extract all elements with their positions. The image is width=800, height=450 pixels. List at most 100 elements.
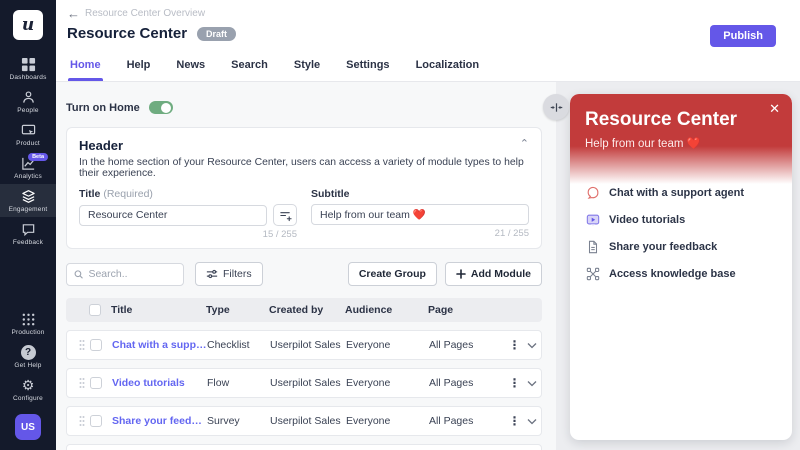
sidebar-item-feedback[interactable]: Feedback xyxy=(0,217,56,250)
knowledge-icon xyxy=(586,267,600,281)
module-type: Checklist xyxy=(207,339,270,351)
tab-news[interactable]: News xyxy=(176,57,205,81)
row-checkbox[interactable] xyxy=(90,377,102,389)
preview-title: Resource Center xyxy=(585,109,777,131)
module-title-link[interactable]: Video tutorials xyxy=(112,377,207,389)
filters-icon xyxy=(206,268,218,280)
preview-subtitle: Help from our team ❤️ xyxy=(585,136,777,150)
dashboards-icon xyxy=(21,57,36,72)
sidebar-item-analytics[interactable]: Beta Analytics xyxy=(0,151,56,184)
title-input[interactable] xyxy=(79,205,267,226)
tab-help[interactable]: Help xyxy=(127,57,151,81)
subtitle-char-counter: 21 / 255 xyxy=(311,228,529,239)
grid-dots-icon xyxy=(21,312,36,327)
preview-item-video[interactable]: Video tutorials xyxy=(586,213,776,227)
header-card-description: In the home section of your Resource Cen… xyxy=(79,157,529,179)
preview-item-feedback[interactable]: Share your feedback xyxy=(586,240,776,254)
sidebar-item-people[interactable]: People xyxy=(0,85,56,118)
table-row: Access knowledge ... Link Userpilot Sale… xyxy=(66,444,542,450)
add-text-line-button[interactable] xyxy=(273,204,297,226)
preview-item-chat[interactable]: Chat with a support agent xyxy=(586,186,776,200)
publish-button[interactable]: Publish xyxy=(710,25,776,47)
back-arrow-icon[interactable]: ← xyxy=(67,9,80,19)
sidebar-item-label: Dashboards xyxy=(9,74,46,81)
sidebar-item-label: Configure xyxy=(13,395,43,402)
table-row: Chat with a suppo... Checklist Userpilot… xyxy=(66,330,542,360)
chevron-up-icon[interactable]: ⌃ xyxy=(520,137,529,150)
table-header: Title Type Created by Audience Page xyxy=(66,298,542,322)
chevron-down-icon[interactable] xyxy=(523,342,541,349)
create-group-button[interactable]: Create Group xyxy=(348,262,437,286)
module-title-link[interactable]: Chat with a suppo... xyxy=(112,339,207,351)
plus-icon xyxy=(456,269,466,279)
home-toggle[interactable] xyxy=(149,101,173,114)
title-field-group: Title (Required) 15 / 255 xyxy=(79,188,297,240)
preview-area: ✕ Resource Center Help from our team ❤️ … xyxy=(556,82,800,450)
tab-settings[interactable]: Settings xyxy=(346,57,389,81)
userpilot-logo[interactable]: u xyxy=(13,10,43,40)
tab-style[interactable]: Style xyxy=(294,57,320,81)
sidebar-item-configure[interactable]: ⚙ Configure xyxy=(0,373,56,406)
close-icon[interactable]: ✕ xyxy=(769,102,780,115)
filters-label: Filters xyxy=(223,268,252,280)
sidebar-item-engagement[interactable]: Engagement xyxy=(0,184,56,217)
row-checkbox[interactable] xyxy=(90,339,102,351)
sidebar-item-label: Feedback xyxy=(13,239,43,246)
column-page: Page xyxy=(428,304,507,316)
drag-handle-icon[interactable] xyxy=(73,339,90,351)
breadcrumb-label[interactable]: Resource Center Overview xyxy=(85,8,205,19)
gear-icon: ⚙ xyxy=(22,378,35,393)
sidebar-item-dashboards[interactable]: Dashboards xyxy=(0,52,56,85)
search-input[interactable] xyxy=(88,268,176,280)
add-line-icon xyxy=(279,209,292,222)
sidebar-item-get-help[interactable]: ? Get Help xyxy=(0,340,56,373)
preview-item-label: Video tutorials xyxy=(609,214,685,226)
module-type: Flow xyxy=(207,377,270,389)
user-avatar[interactable]: US xyxy=(15,414,41,440)
preview-item-knowledge[interactable]: Access knowledge base xyxy=(586,267,776,281)
sidebar-item-production[interactable]: Production xyxy=(0,307,56,340)
sidebar: u Dashboards People Product Beta Analyti… xyxy=(0,0,56,450)
preview-item-label: Chat with a support agent xyxy=(609,187,744,199)
drag-handle-icon[interactable] xyxy=(73,415,90,427)
collapse-panel-button[interactable] xyxy=(543,94,569,120)
status-badge: Draft xyxy=(197,27,236,41)
select-all-checkbox[interactable] xyxy=(89,304,101,316)
sidebar-item-product[interactable]: Product xyxy=(0,118,56,151)
kebab-menu-icon[interactable]: ⋮ xyxy=(506,339,523,351)
kebab-menu-icon[interactable]: ⋮ xyxy=(506,377,523,389)
subtitle-input[interactable] xyxy=(311,204,529,225)
row-checkbox[interactable] xyxy=(90,415,102,427)
title-field-label: Title (Required) xyxy=(79,188,297,200)
add-module-button[interactable]: Add Module xyxy=(445,262,542,286)
question-icon: ? xyxy=(21,345,36,360)
resource-center-preview: ✕ Resource Center Help from our team ❤️ … xyxy=(570,94,792,440)
engagement-layers-icon xyxy=(21,189,36,204)
tab-localization[interactable]: Localization xyxy=(416,57,480,81)
page-title: Resource Center xyxy=(67,25,187,42)
title-row: Resource Center Draft xyxy=(67,25,800,42)
people-icon xyxy=(21,90,36,105)
chevron-down-icon[interactable] xyxy=(523,418,541,425)
table-row: Share your feedba... Survey Userpilot Sa… xyxy=(66,406,542,436)
workspace: Turn on Home Header ⌃ In the home sectio… xyxy=(56,82,556,450)
preview-items: Chat with a support agent Video tutorial… xyxy=(570,184,792,281)
title-char-counter: 15 / 255 xyxy=(79,229,297,240)
filters-button[interactable]: Filters xyxy=(195,262,263,286)
kebab-menu-icon[interactable]: ⋮ xyxy=(506,415,523,427)
collapse-arrows-icon xyxy=(550,101,563,114)
header-card: Header ⌃ In the home section of your Res… xyxy=(66,127,542,249)
sidebar-item-label: Product xyxy=(16,140,40,147)
preview-header: ✕ Resource Center Help from our team ❤️ xyxy=(570,94,792,184)
beta-badge: Beta xyxy=(28,153,48,161)
chevron-down-icon[interactable] xyxy=(523,380,541,387)
module-title-link[interactable]: Share your feedba... xyxy=(112,415,207,427)
search-box xyxy=(66,263,184,286)
tab-search[interactable]: Search xyxy=(231,57,268,81)
feedback-icon xyxy=(21,222,36,237)
sidebar-item-label: People xyxy=(17,107,38,114)
header-card-title: Header xyxy=(79,138,529,153)
drag-handle-icon[interactable] xyxy=(73,377,90,389)
preview-item-label: Share your feedback xyxy=(609,241,717,253)
tab-home[interactable]: Home xyxy=(70,57,101,81)
